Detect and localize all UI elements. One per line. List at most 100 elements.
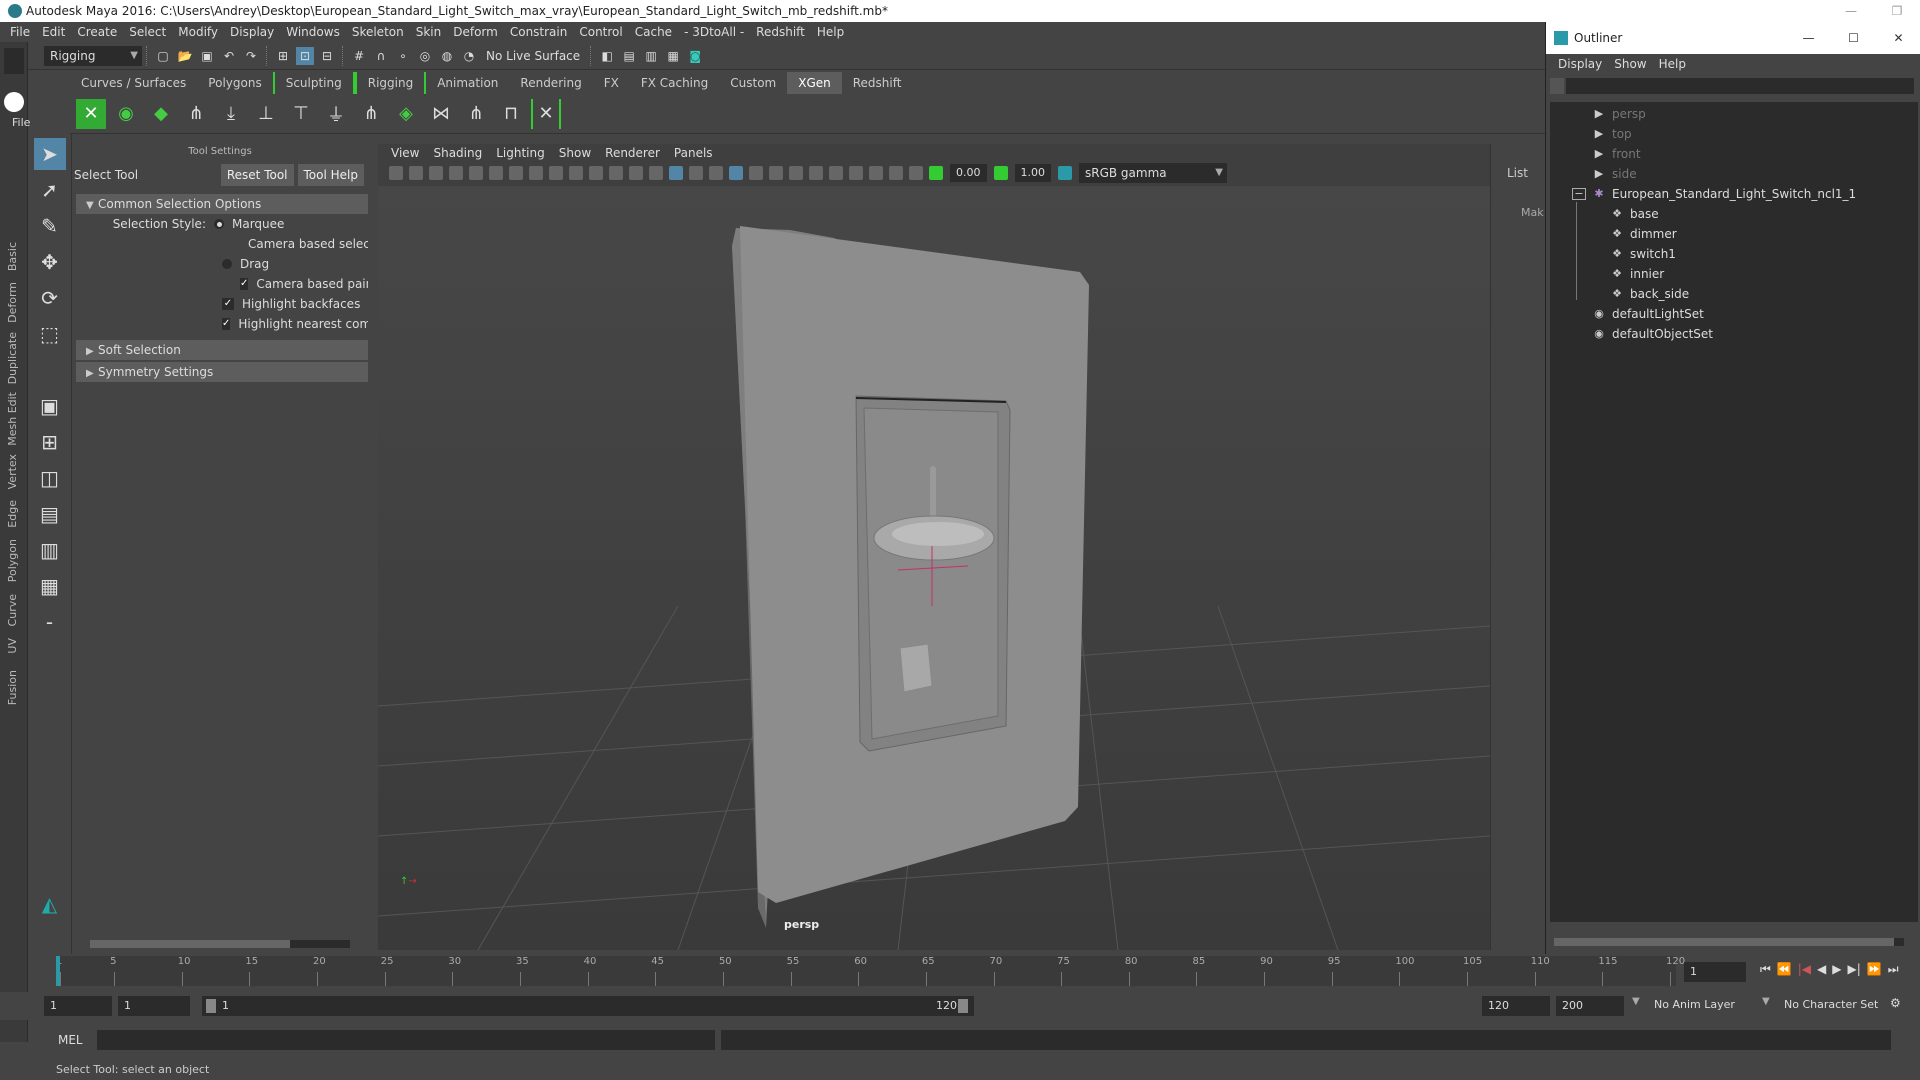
anti-aliasing-icon[interactable] [809,166,823,180]
tab-basic[interactable]: Basic [6,242,19,271]
viewport-menu-view[interactable]: View [384,146,426,160]
scrollbar-thumb[interactable] [1554,938,1894,946]
viewport-menu-show[interactable]: Show [552,146,598,160]
playback-end-field[interactable]: 120 [1482,996,1550,1016]
minimize-icon[interactable]: — [1786,31,1831,45]
menu-edit[interactable]: Edit [36,25,71,39]
go-to-end-icon[interactable]: ⏭ [1888,962,1899,977]
xgen-add-guide-icon[interactable]: ⤓ [216,99,246,129]
outliner-menu-display[interactable]: Display [1552,57,1608,71]
shelf-tab-xgen[interactable]: XGen [787,72,842,94]
four-view-layout-icon[interactable]: ⊞ [34,426,66,458]
drag-radio[interactable] [222,259,232,269]
scale-tool-icon[interactable]: ⬚ [34,318,66,350]
current-frame-field[interactable]: 1 [1684,962,1746,982]
move-tool-icon[interactable]: ✥ [34,246,66,278]
menu-create[interactable]: Create [71,25,123,39]
shelf-tab-custom[interactable]: Custom [719,72,787,94]
graph-layout-icon[interactable]: ▤ [34,498,66,530]
viewport-menu-shading[interactable]: Shading [426,146,489,160]
outliner-item-switch1[interactable]: ❖ switch1 [1610,244,1676,264]
go-to-start-icon[interactable]: ⏮ [1760,962,1771,977]
xgen-clump-icon[interactable]: ⋔ [461,99,491,129]
undo-icon[interactable]: ↶ [220,47,238,65]
tab-fusion[interactable]: Fusion [6,670,19,705]
resolution-gate-icon[interactable] [549,166,563,180]
color-management-icon[interactable] [1058,166,1072,180]
shelf-tab-fx[interactable]: FX [593,72,630,94]
outliner-item-top[interactable]: ▶ top [1592,124,1632,144]
range-end-handle[interactable] [958,999,968,1013]
minimize-icon[interactable]: — [1828,0,1874,22]
outliner-item-front[interactable]: ▶ front [1592,144,1641,164]
use-all-lights-icon[interactable] [729,166,743,180]
xgen-bend-icon[interactable]: ⋈ [426,99,456,129]
command-language-label[interactable]: MEL [44,1033,97,1047]
select-object-icon[interactable]: ⊡ [296,46,314,65]
menu-redshift[interactable]: Redshift [750,25,811,39]
menu-windows[interactable]: Windows [280,25,346,39]
exposure-field[interactable]: 0.00 [950,164,987,182]
chevron-down-icon[interactable]: ▼ [1762,996,1770,1007]
xray-icon[interactable] [869,166,883,180]
safe-title-icon[interactable] [629,166,643,180]
motion-blur-icon[interactable] [789,166,803,180]
hypershade-icon[interactable]: ◙ [686,47,704,65]
smooth-shade-icon[interactable] [669,166,683,180]
bookmark-icon[interactable] [429,166,443,180]
reset-tool-button[interactable]: Reset Tool [220,164,294,186]
shelf-tab-redshift[interactable]: Redshift [842,72,913,94]
film-gate-icon[interactable] [529,166,543,180]
redo-icon[interactable]: ↷ [242,47,260,65]
viewport-menu-lighting[interactable]: Lighting [489,146,552,160]
range-slider[interactable]: 1 120 [202,996,974,1016]
highlight-nearest-checkbox[interactable]: ✓ [222,318,231,330]
menu-deform[interactable]: Deform [447,25,504,39]
shadows-icon[interactable] [749,166,763,180]
tab-polygon[interactable]: Polygon [6,539,19,582]
tab-uv[interactable]: UV [6,638,19,654]
collapse-icon[interactable]: - [34,606,66,638]
screen-space-ao-icon[interactable] [769,166,783,180]
xgen-lock-icon[interactable]: ⏚ [321,99,351,129]
side-by-side-layout-icon[interactable]: ◫ [34,462,66,494]
snap-point-icon[interactable]: ∘ [394,47,412,65]
horizontal-scrollbar[interactable] [90,940,350,948]
gamma-icon[interactable] [993,166,1008,180]
marquee-radio[interactable] [214,219,224,229]
xgen-description-icon[interactable]: ◆ [146,99,176,129]
new-scene-icon[interactable]: ▢ [154,47,172,65]
maya-home-icon[interactable]: ◭ [34,888,66,920]
xgen-editor-icon[interactable]: ✕ [76,98,106,129]
outliner-item-back-side[interactable]: ❖ back_side [1610,284,1689,304]
select-tool-icon[interactable]: ➤ [33,138,66,170]
time-ruler[interactable]: 1510152025303540455055606570758085909510… [56,956,1685,986]
symmetry-settings-section[interactable]: ▶ Symmetry Settings [76,362,368,382]
menu-display[interactable]: Display [224,25,280,39]
ui-toggle-icon[interactable] [4,48,24,74]
outliner-item-group[interactable]: − ✱ European_Standard_Light_Switch_ncl1_1 [1572,184,1856,204]
xgen-preview-icon[interactable]: ◉ [111,99,141,129]
tab-duplicate[interactable]: Duplicate [6,332,19,384]
shelf-tab-rigging[interactable]: Rigging [354,72,427,94]
outliner-item-dimmer[interactable]: ❖ dimmer [1610,224,1677,244]
outliner-vertical-scrollbar[interactable] [1910,102,1918,922]
xray-active-icon[interactable] [909,166,923,180]
filter-icon[interactable] [1550,78,1564,94]
camera-icon[interactable] [389,166,403,180]
wireframe-icon[interactable] [649,166,663,180]
depth-of-field-icon[interactable] [829,166,843,180]
menu-3dtoall[interactable]: - 3DtoAll - [678,25,750,39]
render-view-icon[interactable]: ◧ [598,47,616,65]
xgen-delete-icon[interactable]: ✕ [531,98,561,129]
gamma-field[interactable]: 1.00 [1014,164,1051,182]
lasso-tool-icon[interactable]: ➚ [34,174,66,206]
grease-pencil-icon[interactable] [489,166,503,180]
single-view-layout-icon[interactable]: ▣ [34,390,66,422]
scrollbar-thumb[interactable] [90,940,290,948]
xgen-sculpt-guide-icon[interactable]: ⊥ [251,99,281,129]
open-scene-icon[interactable]: 📂 [176,47,194,65]
current-time-marker[interactable] [56,956,60,986]
restore-icon[interactable]: ❐ [1874,0,1920,22]
outliner-item-persp[interactable]: ▶ persp [1592,104,1646,124]
